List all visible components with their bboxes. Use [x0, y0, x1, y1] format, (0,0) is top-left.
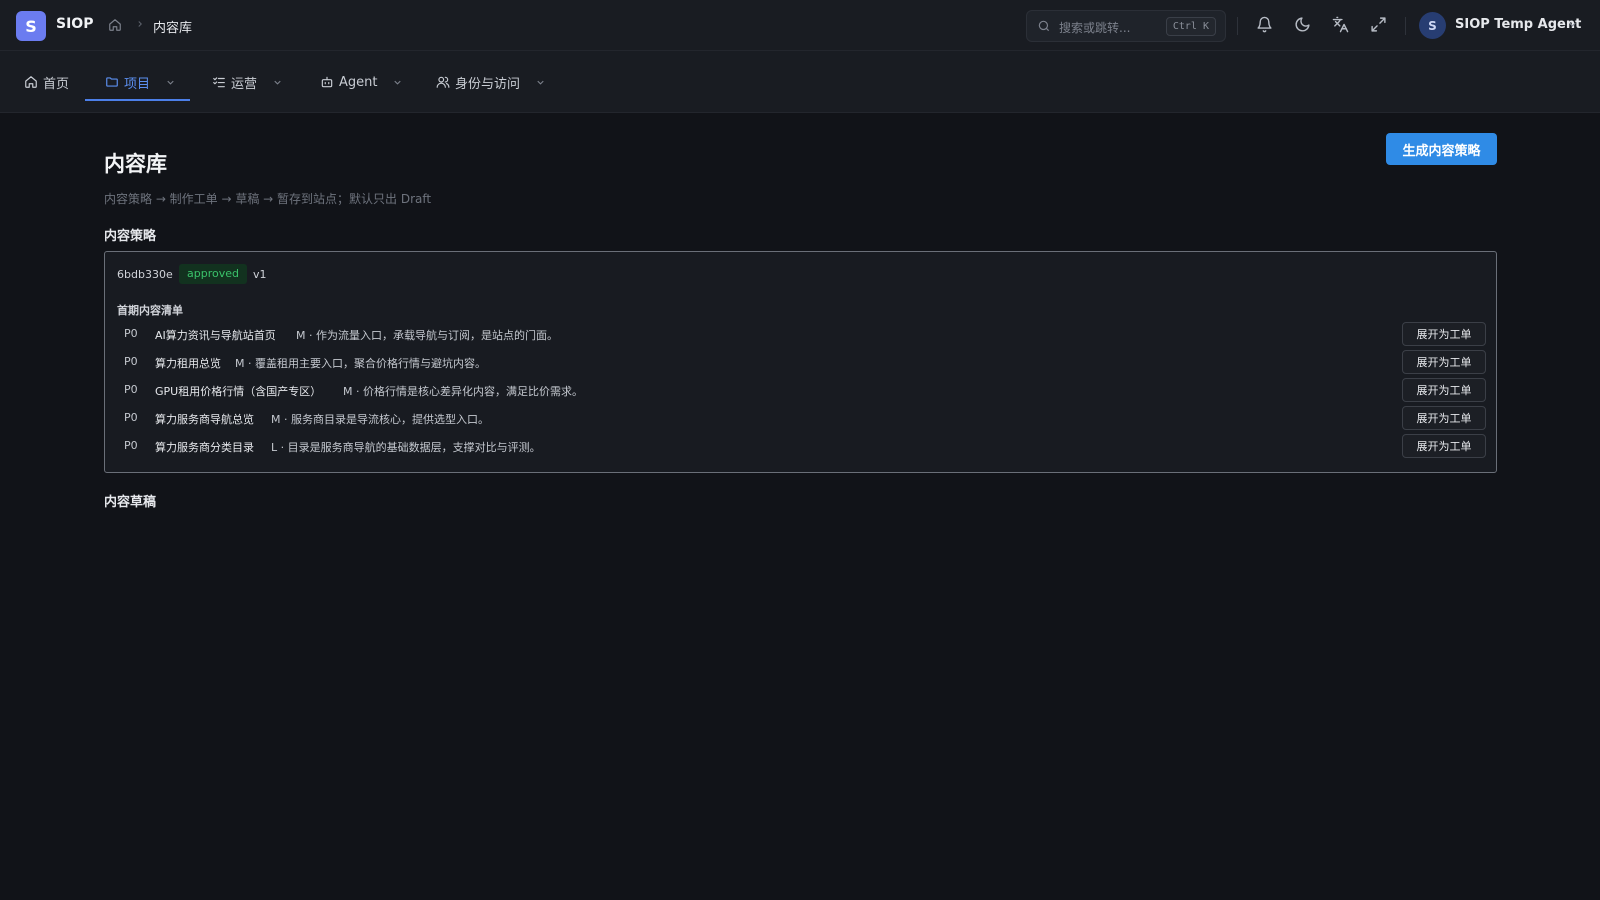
home-icon	[24, 75, 38, 89]
page-subtitle: 内容策略 → 制作工单 → 草稿 → 暂存到站点；默认只出 Draft	[104, 192, 432, 206]
strategy-id: 6bdb330e	[117, 268, 173, 281]
priority-label: P0	[124, 439, 138, 452]
chevron-down-icon	[535, 77, 546, 88]
expand-to-ticket-button[interactable]: 展开为工单	[1402, 322, 1486, 346]
priority-label: P0	[124, 355, 138, 368]
search-placeholder: 搜索或跳转...	[1059, 21, 1131, 35]
expand-to-ticket-button[interactable]: 展开为工单	[1402, 350, 1486, 374]
generate-strategy-button[interactable]: 生成内容策略	[1386, 133, 1497, 165]
status-badge: approved	[179, 264, 247, 284]
search-input[interactable]: 搜索或跳转... Ctrl K	[1026, 10, 1226, 42]
expand-to-ticket-button[interactable]: 展开为工单	[1402, 434, 1486, 458]
app-title[interactable]: SIOP	[56, 16, 93, 32]
item-title: 算力服务商导航总览	[155, 413, 254, 426]
chevron-down-icon	[272, 77, 283, 88]
main-nav: 首页 项目 运营 Agent 身份与访问	[0, 51, 1600, 113]
nav-item-label: 项目	[124, 76, 151, 92]
nav-item-label: 运营	[231, 76, 258, 92]
nav-item-identity-access[interactable]: 身份与访问	[436, 51, 546, 113]
content-list-item: P0 GPU租用价格行情（含国产专区） M · 价格行情是核心差异化内容，满足比…	[117, 378, 1486, 402]
item-description: L · 目录是服务商导航的基础数据层，支撑对比与评测。	[271, 441, 541, 454]
user-avatar[interactable]: S	[1419, 12, 1446, 39]
chevron-down-icon	[165, 77, 176, 88]
item-description: M · 价格行情是核心差异化内容，满足比价需求。	[343, 385, 583, 398]
priority-label: P0	[124, 327, 138, 340]
strategy-card: 6bdb330e approved v1 首期内容清单 P0 AI算力资讯与导航…	[104, 251, 1497, 473]
chevron-down-icon[interactable]	[1567, 19, 1578, 30]
expand-to-ticket-button[interactable]: 展开为工单	[1402, 406, 1486, 430]
user-name[interactable]: SIOP Temp Agent	[1455, 17, 1581, 32]
bell-icon[interactable]	[1256, 16, 1273, 33]
nav-item-operations[interactable]: 运营	[212, 51, 283, 113]
item-description: M · 覆盖租用主要入口，聚合价格行情与避坑内容。	[235, 357, 486, 370]
strategy-version: v1	[253, 268, 267, 281]
page-title: 内容库	[104, 152, 167, 176]
content-list-item: P0 算力服务商分类目录 L · 目录是服务商导航的基础数据层，支撑对比与评测。…	[117, 434, 1486, 458]
content-list-item: P0 AI算力资讯与导航站首页 M · 作为流量入口，承载导航与订阅，是站点的门…	[117, 322, 1486, 346]
breadcrumb-current: 内容库	[153, 21, 193, 36]
priority-label: P0	[124, 383, 138, 396]
nav-item-agent[interactable]: Agent	[320, 51, 403, 113]
content-list-item: P0 算力租用总览 M · 覆盖租用主要入口，聚合价格行情与避坑内容。 展开为工…	[117, 350, 1486, 374]
translate-icon[interactable]	[1332, 16, 1349, 33]
nav-active-indicator	[85, 99, 190, 101]
nav-item-label: 身份与访问	[455, 76, 521, 92]
users-icon	[436, 75, 450, 89]
robot-icon	[320, 75, 334, 89]
top-header: S SIOP 内容库 搜索或跳转... Ctrl K S SIOP Temp A…	[0, 0, 1600, 51]
breadcrumb-home-icon[interactable]	[108, 18, 122, 32]
item-title: AI算力资讯与导航站首页	[155, 329, 276, 342]
content-list-title: 首期内容清单	[117, 304, 183, 317]
header-divider	[1237, 17, 1238, 35]
content-list-item: P0 算力服务商导航总览 M · 服务商目录是导流核心，提供选型入口。 展开为工…	[117, 406, 1486, 430]
nav-item-home[interactable]: 首页	[24, 51, 69, 113]
folder-icon	[105, 75, 119, 89]
nav-item-label: 首页	[43, 76, 70, 92]
expand-to-ticket-button[interactable]: 展开为工单	[1402, 378, 1486, 402]
chevron-down-icon	[392, 77, 403, 88]
item-description: M · 服务商目录是导流核心，提供选型入口。	[271, 413, 489, 426]
item-title: 算力服务商分类目录	[155, 441, 254, 454]
search-shortcut-badge: Ctrl K	[1165, 17, 1216, 36]
item-title: 算力租用总览	[155, 357, 221, 370]
priority-label: P0	[124, 411, 138, 424]
fullscreen-icon[interactable]	[1370, 16, 1387, 33]
list-check-icon	[212, 75, 226, 89]
item-description: M · 作为流量入口，承载导航与订阅，是站点的门面。	[296, 329, 558, 342]
app-logo[interactable]: S	[16, 11, 46, 41]
item-title: GPU租用价格行情（含国产专区）	[155, 385, 322, 398]
nav-item-label: Agent	[339, 74, 378, 90]
search-icon	[1037, 19, 1051, 33]
breadcrumb-separator-icon	[135, 19, 145, 29]
header-divider	[1405, 17, 1406, 35]
strategy-section-title: 内容策略	[104, 229, 157, 244]
moon-icon[interactable]	[1294, 16, 1311, 33]
nav-item-projects[interactable]: 项目	[105, 51, 176, 113]
drafts-section-title: 内容草稿	[104, 495, 157, 510]
